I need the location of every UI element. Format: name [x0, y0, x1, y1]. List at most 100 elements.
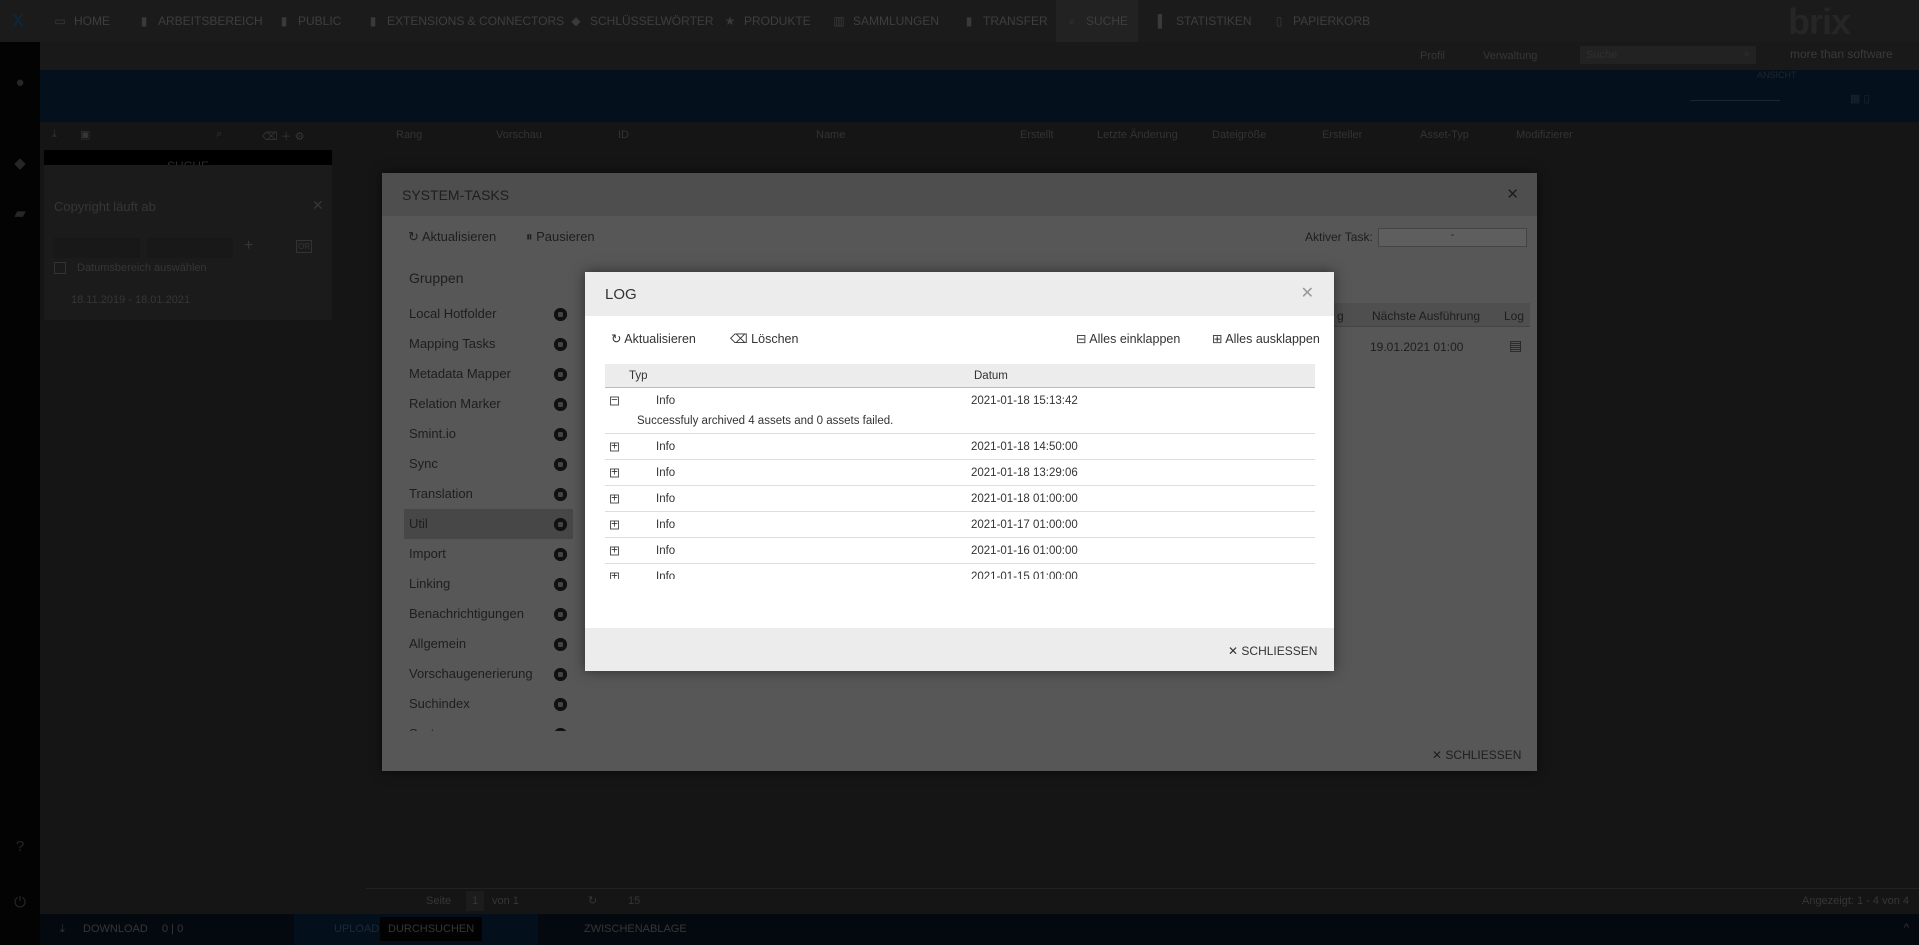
nav-item[interactable]: ◆ SCHLÜSSELWÖRTER [570, 0, 713, 42]
close-button[interactable]: ✕ SCHLIESSEN [1228, 644, 1317, 658]
group-item[interactable]: Local Hotfolder [404, 299, 573, 329]
column-header[interactable]: Name [816, 129, 845, 141]
zoom-slider[interactable] [1690, 100, 1780, 101]
column-header[interactable]: Erstellt [1020, 129, 1054, 141]
nav-item[interactable]: ⌕ SUCHE [1056, 0, 1139, 42]
refresh-button[interactable]: ↻ Aktualisieren [611, 331, 696, 346]
expand-icon[interactable]: + [610, 440, 619, 452]
stop-icon[interactable] [554, 608, 567, 621]
group-item[interactable]: Translation [404, 479, 573, 509]
group-item[interactable]: Suchindex [404, 689, 573, 719]
stop-icon[interactable] [554, 398, 567, 411]
group-item[interactable]: Sync [404, 449, 573, 479]
group-item[interactable]: Import [404, 539, 573, 569]
layers-icon[interactable]: ◆ [0, 154, 40, 172]
nav-item[interactable]: ▌ STATISTIKEN [1156, 0, 1252, 42]
user-avatar-icon[interactable]: ● [0, 74, 40, 91]
column-header[interactable]: Letzte Änderung [1097, 129, 1178, 141]
nav-item[interactable]: ▭ HOME [54, 0, 110, 42]
stop-icon[interactable] [554, 578, 567, 591]
group-item[interactable]: Relation Marker [404, 389, 573, 419]
download-icon[interactable]: ⤓ [52, 128, 57, 141]
stop-icon[interactable] [554, 368, 567, 381]
nav-item[interactable]: ▮ PUBLIC [278, 0, 342, 42]
nav-item[interactable]: ★ PRODUKTE [724, 0, 811, 42]
date-to-input[interactable] [147, 238, 233, 258]
stop-icon[interactable] [554, 458, 567, 471]
log-row[interactable]: − Info 2021-01-18 15:13:42 Successfuly a… [605, 388, 1315, 434]
collapse-all-button[interactable]: ⊟ Alles einklappen [1076, 331, 1180, 346]
page-input[interactable]: 1 [466, 891, 485, 911]
delete-button[interactable]: ⌫ Löschen [730, 331, 798, 346]
search-icon[interactable]: ⌕ [216, 128, 222, 141]
column-header[interactable]: Dateigröße [1212, 129, 1266, 141]
refresh-icon[interactable]: ↻ [588, 894, 597, 907]
expand-all-button[interactable]: ⊞ Alles ausklappen [1212, 331, 1320, 346]
save-icon[interactable]: ▣ [80, 128, 90, 141]
nav-item[interactable]: ▥ SAMMLUNGEN [833, 0, 939, 42]
close-button[interactable]: ✕ SCHLIESSEN [1432, 748, 1521, 762]
log-row[interactable]: + Info 2021-01-18 14:50:00 [605, 434, 1315, 460]
search-input[interactable]: Suche ⌕ [1580, 46, 1756, 64]
stop-icon[interactable] [554, 638, 567, 651]
grid-view-icon[interactable]: ▦ ▯ [1850, 92, 1870, 105]
close-icon[interactable]: X [12, 0, 24, 42]
stop-icon[interactable] [554, 668, 567, 681]
group-item[interactable]: System [404, 719, 573, 731]
group-item[interactable]: Vorschaugenerierung [404, 659, 573, 689]
expand-icon[interactable]: + [610, 466, 619, 478]
stop-icon[interactable] [554, 728, 567, 731]
column-header[interactable]: Ersteller [1322, 129, 1362, 141]
help-icon[interactable]: ? [0, 838, 40, 855]
upload-area[interactable]: UPLOAD DURCHSUCHEN [294, 914, 538, 945]
nav-item[interactable]: ▮ ARBEITSBEREICH [138, 0, 263, 42]
nav-item[interactable]: ▯ PAPIERKORB [1273, 0, 1370, 42]
group-item[interactable]: Mapping Tasks [404, 329, 573, 359]
pause-button[interactable]: ⏸ Pausieren [526, 229, 595, 245]
power-icon[interactable]: ⏻ [0, 894, 40, 911]
column-header[interactable]: Asset-Typ [1420, 129, 1469, 141]
refresh-button[interactable]: ↻ Aktualisieren [408, 229, 496, 245]
chat-icon[interactable]: ▰ [0, 204, 40, 222]
profile-menu[interactable]: Profil [1420, 50, 1445, 62]
close-icon[interactable]: ✕ [1301, 283, 1314, 303]
chevron-up-icon[interactable]: ^ [1904, 922, 1909, 934]
stop-icon[interactable] [554, 428, 567, 441]
clear-icon[interactable]: ⌫ ＋ ⚙ [262, 128, 305, 144]
stop-icon[interactable] [554, 338, 567, 351]
expand-icon[interactable]: + [610, 518, 619, 530]
clipboard-label[interactable]: ZWISCHENABLAGE [584, 923, 687, 935]
stop-icon[interactable] [554, 698, 567, 711]
group-item[interactable]: Smint.io [404, 419, 573, 449]
expand-icon[interactable]: + [610, 544, 619, 556]
or-toggle[interactable]: OR [296, 240, 312, 253]
stop-icon[interactable] [554, 488, 567, 501]
expand-icon[interactable]: + [610, 570, 619, 579]
column-header[interactable]: Rang [396, 129, 422, 141]
close-icon[interactable]: ✕ [1506, 185, 1519, 203]
log-row[interactable]: + Info 2021-01-16 01:00:00 [605, 538, 1315, 564]
expand-icon[interactable]: + [610, 492, 619, 504]
close-icon[interactable]: ✕ [312, 197, 324, 214]
stop-icon[interactable] [554, 308, 567, 321]
browse-button[interactable]: DURCHSUCHEN [380, 917, 483, 941]
log-row[interactable]: + Info 2021-01-17 01:00:00 [605, 512, 1315, 538]
column-header[interactable]: Modifizierer [1516, 129, 1573, 141]
log-row[interactable]: + Info 2021-01-18 01:00:00 [605, 486, 1315, 512]
column-header[interactable]: Vorschau [496, 129, 542, 141]
log-row[interactable]: + Info 2021-01-18 13:29:06 [605, 460, 1315, 486]
nav-item[interactable]: ▮ EXTENSIONS & CONNECTORS [367, 0, 564, 42]
nav-item[interactable]: ▮ TRANSFER [963, 0, 1048, 42]
group-item[interactable]: Linking [404, 569, 573, 599]
date-from-input[interactable] [54, 238, 140, 258]
group-item[interactable]: Metadata Mapper [404, 359, 573, 389]
date-range-checkbox[interactable] [54, 262, 66, 274]
stop-icon[interactable] [554, 548, 567, 561]
log-row[interactable]: + Info 2021-01-15 01:00:00 [605, 564, 1315, 579]
download-label[interactable]: DOWNLOAD [83, 923, 148, 935]
per-page-select[interactable]: 15 [628, 895, 640, 907]
stop-icon[interactable] [554, 518, 567, 531]
group-item[interactable]: Allgemein [404, 629, 573, 659]
group-item[interactable]: Util [404, 509, 573, 539]
column-header[interactable]: ID [618, 129, 629, 141]
